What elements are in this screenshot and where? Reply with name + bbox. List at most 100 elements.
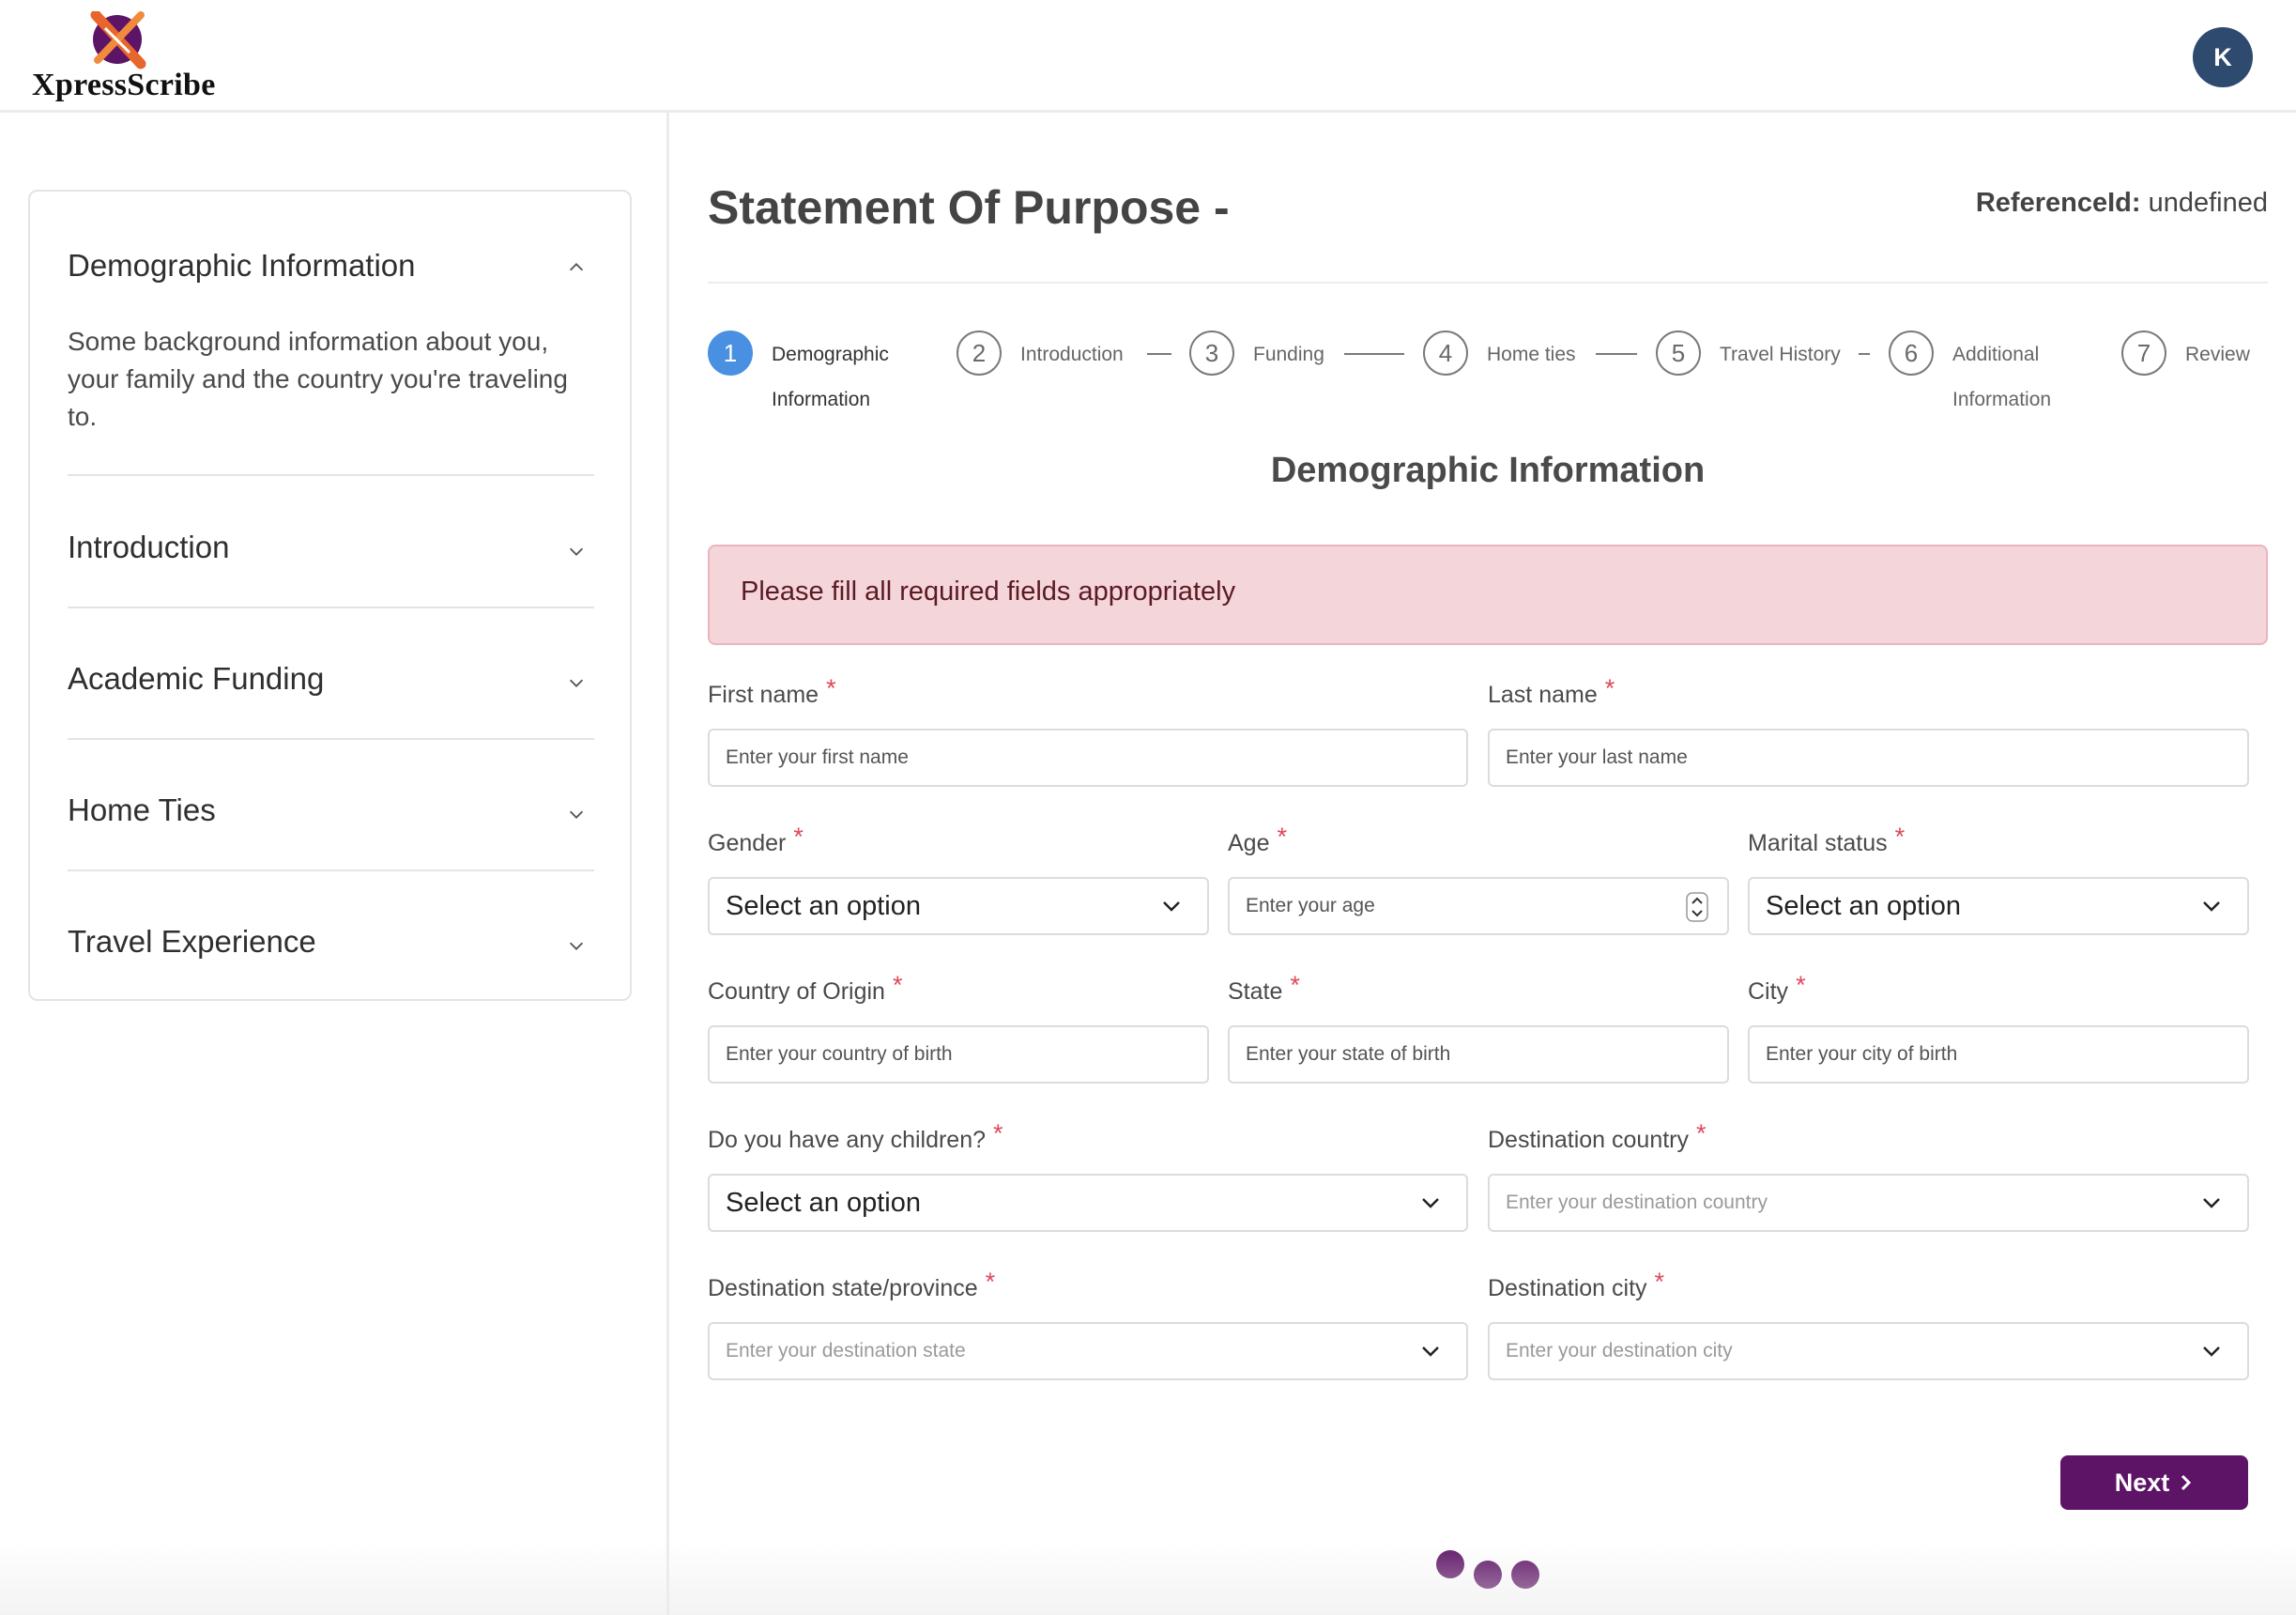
accordion-header-home-ties[interactable]: Home Ties bbox=[68, 792, 594, 839]
loading-dot bbox=[1474, 1561, 1502, 1589]
required-marker: * bbox=[1654, 1268, 1665, 1296]
loading-dot bbox=[1436, 1550, 1464, 1578]
city-placeholder: Enter your city of birth bbox=[1766, 1043, 1958, 1065]
city-input[interactable]: Enter your city of birth bbox=[1748, 1025, 2249, 1084]
age-input[interactable]: Enter your age bbox=[1228, 877, 1729, 935]
marital-status-select[interactable]: Select an option bbox=[1748, 877, 2249, 935]
divider bbox=[708, 282, 2268, 284]
accordion-header-travel-experience[interactable]: Travel Experience bbox=[68, 924, 594, 971]
marital-status-selected-value: Select an option bbox=[1766, 891, 1961, 921]
step-1-circle[interactable]: 1 bbox=[708, 331, 753, 376]
chevron-right-icon bbox=[2181, 1474, 2192, 1491]
destination-state-label: Destination state/province * bbox=[708, 1268, 996, 1301]
children-selected-value: Select an option bbox=[726, 1188, 921, 1218]
brand-logo[interactable]: XpressScribe bbox=[32, 11, 220, 105]
country-of-origin-label: Country of Origin * bbox=[708, 971, 903, 1005]
first-name-label: First name * bbox=[708, 674, 836, 708]
accordion-title: Academic Funding bbox=[68, 661, 325, 696]
divider bbox=[68, 474, 594, 476]
step-6-circle[interactable]: 6 bbox=[1889, 331, 1934, 376]
age-placeholder: Enter your age bbox=[1246, 895, 1375, 916]
chevron-down-icon bbox=[1422, 1198, 1439, 1208]
chevron-down-icon bbox=[569, 547, 584, 556]
reference-id: ReferenceId: undefined bbox=[1976, 188, 2268, 219]
first-name-input[interactable]: Enter your first name bbox=[708, 729, 1468, 787]
first-name-placeholder: Enter your first name bbox=[726, 746, 909, 768]
chevron-down-icon bbox=[569, 810, 584, 819]
step-2-circle[interactable]: 2 bbox=[957, 331, 1002, 376]
destination-country-select[interactable]: Enter your destination country bbox=[1488, 1174, 2249, 1232]
last-name-input[interactable]: Enter your last name bbox=[1488, 729, 2249, 787]
chevron-down-icon bbox=[1422, 1346, 1439, 1357]
divider bbox=[68, 607, 594, 608]
state-placeholder: Enter your state of birth bbox=[1246, 1043, 1451, 1065]
section-heading: Demographic Information bbox=[1270, 451, 1706, 490]
step-connector bbox=[1147, 353, 1171, 355]
step-5-circle[interactable]: 5 bbox=[1656, 331, 1701, 376]
country-of-origin-placeholder: Enter your country of birth bbox=[726, 1043, 953, 1065]
divider bbox=[68, 869, 594, 871]
step-4-circle[interactable]: 4 bbox=[1423, 331, 1468, 376]
required-marker: * bbox=[1796, 971, 1806, 999]
step-connector bbox=[1596, 353, 1637, 355]
step-5-label[interactable]: Travel History bbox=[1720, 332, 1841, 377]
number-spinner-icon[interactable] bbox=[1686, 892, 1708, 922]
alert-message: Please fill all required fields appropri… bbox=[741, 577, 1236, 607]
step-connector bbox=[1344, 353, 1404, 355]
accordion-description: Some background information about you, y… bbox=[68, 327, 568, 431]
step-3-circle[interactable]: 3 bbox=[1189, 331, 1234, 376]
required-marker: * bbox=[1894, 823, 1906, 851]
accordion-header-introduction[interactable]: Introduction bbox=[68, 530, 594, 577]
children-select[interactable]: Select an option bbox=[708, 1174, 1468, 1232]
step-1-label-line2[interactable]: Information bbox=[772, 377, 870, 423]
accordion-header-demographic[interactable]: Demographic Information bbox=[68, 248, 594, 295]
accordion-title: Home Ties bbox=[68, 792, 216, 827]
top-bar: XpressScribe K bbox=[0, 0, 2296, 113]
required-marker: * bbox=[985, 1268, 996, 1296]
step-6-label[interactable]: Additional bbox=[1952, 332, 2039, 377]
city-label: City * bbox=[1748, 971, 1806, 1005]
step-7-label[interactable]: Review bbox=[2185, 332, 2250, 377]
age-label: Age * bbox=[1228, 823, 1287, 856]
step-6-label-line2[interactable]: Information bbox=[1952, 377, 2051, 423]
children-label: Do you have any children? * bbox=[708, 1119, 1003, 1153]
step-3-label[interactable]: Funding bbox=[1253, 332, 1324, 377]
required-marker: * bbox=[1277, 823, 1287, 851]
step-2-label[interactable]: Introduction bbox=[1020, 332, 1124, 377]
user-avatar[interactable]: K bbox=[2193, 27, 2253, 87]
next-button-label: Next bbox=[2114, 1468, 2170, 1497]
step-7-circle[interactable]: 7 bbox=[2121, 331, 2166, 376]
accordion-title: Travel Experience bbox=[68, 924, 316, 959]
destination-city-placeholder: Enter your destination city bbox=[1506, 1340, 1733, 1361]
required-marker: * bbox=[1696, 1119, 1707, 1147]
marital-status-label: Marital status * bbox=[1748, 823, 1906, 856]
page-title: Statement Of Purpose - bbox=[708, 181, 1230, 234]
state-input[interactable]: Enter your state of birth bbox=[1228, 1025, 1729, 1084]
reference-id-value: undefined bbox=[2148, 188, 2268, 218]
accordion-title: Introduction bbox=[68, 530, 230, 564]
gender-select[interactable]: Select an option bbox=[708, 877, 1209, 935]
last-name-placeholder: Enter your last name bbox=[1506, 746, 1688, 768]
destination-country-placeholder: Enter your destination country bbox=[1506, 1192, 1768, 1213]
gender-label: Gender * bbox=[708, 823, 804, 856]
destination-city-select[interactable]: Enter your destination city bbox=[1488, 1322, 2249, 1380]
step-1-label[interactable]: Demographic bbox=[772, 332, 889, 377]
step-4-label[interactable]: Home ties bbox=[1487, 332, 1576, 377]
accordion-header-academic-funding[interactable]: Academic Funding bbox=[68, 661, 594, 708]
country-of-origin-input[interactable]: Enter your country of birth bbox=[708, 1025, 1209, 1084]
destination-state-select[interactable]: Enter your destination state bbox=[708, 1322, 1468, 1380]
brand-name: XpressScribe bbox=[32, 68, 216, 102]
destination-state-placeholder: Enter your destination state bbox=[726, 1340, 966, 1361]
chevron-down-icon bbox=[569, 942, 584, 950]
bottom-shadow bbox=[0, 1540, 2296, 1615]
xpressscribe-logo-icon bbox=[90, 11, 146, 69]
gender-selected-value: Select an option bbox=[726, 891, 921, 921]
validation-alert: Please fill all required fields appropri… bbox=[708, 545, 2268, 645]
required-marker: * bbox=[993, 1119, 1003, 1147]
last-name-label: Last name * bbox=[1488, 674, 1615, 708]
divider bbox=[68, 738, 594, 740]
chevron-down-icon bbox=[2203, 901, 2220, 912]
required-marker: * bbox=[793, 823, 804, 851]
next-button[interactable]: Next bbox=[2060, 1455, 2248, 1510]
step-connector bbox=[1859, 353, 1870, 355]
